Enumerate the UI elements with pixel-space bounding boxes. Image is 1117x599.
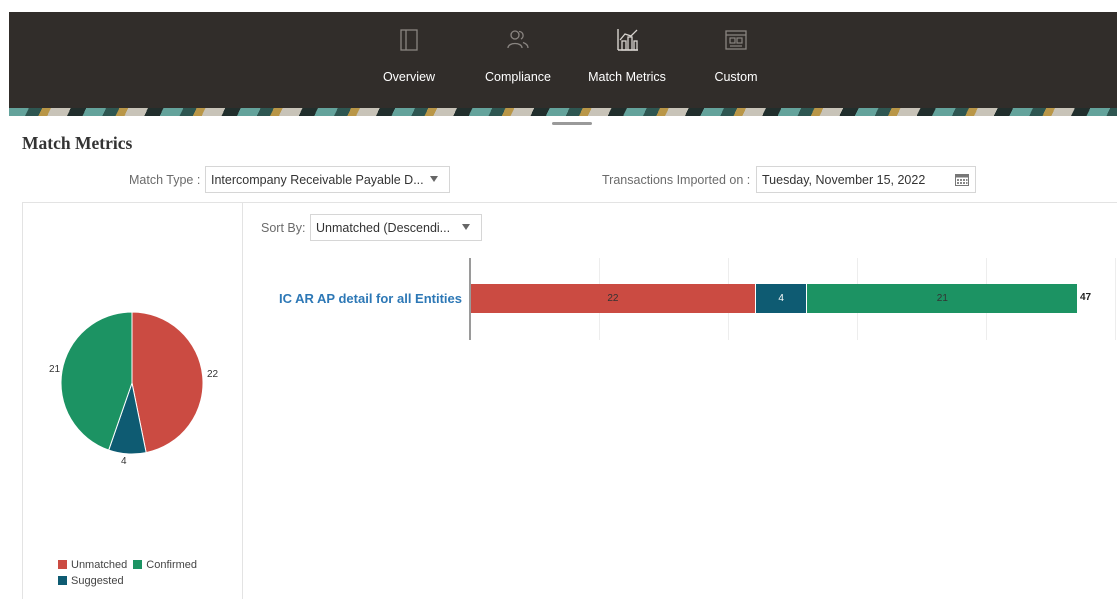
bar-total-label: 47 — [1080, 292, 1092, 303]
match-type-select[interactable]: Intercompany Receivable Payable D... — [205, 166, 450, 193]
imported-date-input[interactable]: Tuesday, November 15, 2022 — [756, 166, 976, 193]
legend-item-suggested[interactable]: Suggested — [58, 573, 124, 589]
bar-value-label-suggested: 4 — [778, 293, 784, 304]
panel-divider — [243, 202, 1117, 203]
dashboard-icon — [725, 30, 747, 50]
bar-segment-suggested[interactable]: 4 — [754, 284, 807, 313]
tab-match-metrics-label: Match Metrics — [588, 70, 666, 84]
tab-custom-label: Custom — [714, 70, 758, 84]
match-type-label: Match Type : — [129, 173, 201, 187]
pie-value-label-unmatched: 22 — [207, 369, 219, 380]
legend-swatch — [58, 576, 67, 585]
top-navigation-bar: Overview Compliance Match Metrics Custom — [9, 12, 1117, 116]
legend-item-unmatched[interactable]: Unmatched — [58, 557, 127, 573]
chevron-down-icon — [430, 176, 438, 182]
legend-swatch — [58, 560, 67, 569]
tab-custom[interactable]: Custom — [686, 26, 786, 84]
tab-match-metrics[interactable]: Match Metrics — [577, 26, 677, 84]
page-title: Match Metrics — [22, 133, 133, 153]
users-icon — [507, 30, 529, 49]
legend-item-confirmed[interactable]: Confirmed — [133, 557, 197, 573]
nav-tabs: Overview Compliance Match Metrics Custom — [9, 26, 1117, 106]
bar-chart-icon — [617, 29, 638, 51]
imported-on-label: Transactions Imported on : — [602, 173, 751, 187]
calendar-icon[interactable] — [955, 173, 969, 186]
bar-segment-confirmed[interactable]: 21 — [806, 284, 1078, 313]
collapse-handle[interactable] — [552, 122, 592, 125]
tab-overview-label: Overview — [382, 70, 436, 84]
legend-label: Unmatched — [71, 559, 128, 571]
chart-legend: Unmatched Confirmed Suggested — [58, 557, 228, 589]
gridline — [1115, 258, 1116, 340]
legend-label: Confirmed — [146, 559, 198, 571]
bar-value-label-unmatched: 22 — [607, 293, 619, 304]
bar-segment-unmatched[interactable]: 22 — [471, 284, 755, 313]
tab-compliance-label: Compliance — [484, 70, 551, 84]
pie-value-label-confirmed: 21 — [49, 364, 61, 375]
bar-category-label[interactable]: IC AR AP detail for all Entities — [279, 291, 462, 306]
sort-by-select[interactable]: Unmatched (Descendi... — [310, 214, 482, 241]
tab-overview[interactable]: Overview — [359, 26, 459, 84]
chevron-down-icon — [462, 224, 470, 230]
legend-swatch — [133, 560, 143, 569]
decorative-pattern-strip — [9, 108, 1117, 116]
bar-value-label-confirmed: 21 — [936, 293, 948, 304]
panel-icon — [400, 29, 418, 51]
pie-value-label-suggested: 4 — [121, 456, 127, 467]
sort-by-label: Sort By: — [261, 221, 306, 235]
sort-by-value: Unmatched (Descendi... — [316, 221, 451, 235]
tab-compliance[interactable]: Compliance — [468, 26, 568, 84]
legend-label: Suggested — [71, 575, 124, 587]
match-type-value: Intercompany Receivable Payable D... — [211, 173, 424, 187]
imported-date-value: Tuesday, November 15, 2022 — [762, 173, 926, 187]
